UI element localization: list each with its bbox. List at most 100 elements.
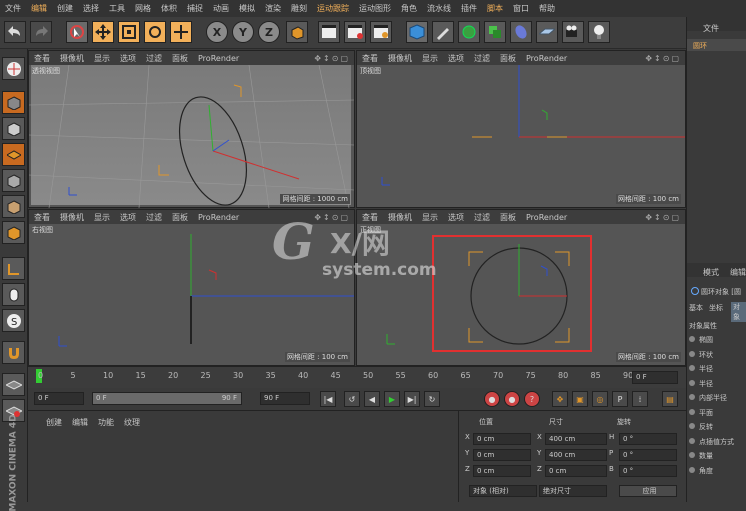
viewport-menu-2[interactable]: 显示 — [417, 53, 443, 64]
menu-item[interactable]: 选择 — [78, 3, 104, 14]
menu-item[interactable]: 动画 — [208, 3, 234, 14]
property-row[interactable]: 内部半径 — [689, 393, 727, 403]
add-tool-icon[interactable] — [170, 21, 192, 43]
viewport-menu-4[interactable]: 过滤 — [469, 212, 495, 223]
material-menu-item[interactable]: 编辑 — [72, 417, 88, 428]
viewport-nav-icons[interactable]: ✥↕⊙▢ — [640, 213, 685, 222]
property-row[interactable]: 数量 — [689, 451, 713, 461]
property-row[interactable]: 半径 — [689, 379, 713, 389]
cube-icon[interactable] — [406, 21, 428, 43]
floor-icon[interactable] — [536, 21, 558, 43]
object-manager-file-tab[interactable]: 文件 — [703, 23, 719, 34]
viewport-nav-icons[interactable]: ✥↕⊙▢ — [640, 54, 685, 63]
property-row[interactable]: 半径 — [689, 364, 713, 374]
material-menu-item[interactable]: 功能 — [98, 417, 114, 428]
magnet-icon[interactable] — [2, 341, 25, 364]
position-field[interactable]: 0 cm — [473, 449, 531, 461]
key-param-icon[interactable]: P — [612, 391, 628, 407]
viewport-menu-1[interactable]: 摄像机 — [383, 212, 417, 223]
viewport-menu-6[interactable]: ProRender — [521, 54, 572, 63]
x-axis-lock-icon[interactable]: X — [206, 21, 228, 43]
viewport-menu-4[interactable]: 过滤 — [141, 212, 167, 223]
points-mode-icon[interactable] — [2, 169, 25, 192]
play-icon[interactable]: ▶ — [384, 391, 400, 407]
viewport-menu-0[interactable]: 查看 — [29, 212, 55, 223]
go-to-start-icon[interactable]: |◀ — [320, 391, 336, 407]
texture-mode-icon[interactable] — [2, 117, 25, 140]
subdivision-icon[interactable] — [458, 21, 480, 43]
viewport-menu-2[interactable]: 显示 — [89, 212, 115, 223]
menu-item[interactable]: 插件 — [456, 3, 482, 14]
start-frame-field[interactable]: 0 F — [34, 392, 84, 405]
property-row[interactable]: 角度 — [689, 466, 713, 476]
scale-tool-icon[interactable] — [118, 21, 140, 43]
viewport-menu-4[interactable]: 过滤 — [469, 53, 495, 64]
coordinate-system-icon[interactable] — [286, 21, 308, 43]
next-key-icon[interactable]: ↻ — [424, 391, 440, 407]
attr-tab-basic[interactable]: 基本 — [689, 303, 703, 313]
viewport-menu-1[interactable]: 摄像机 — [383, 53, 417, 64]
timeline[interactable]: 0 5 10 15 20 25 30 35 40 45 50 55 60 65 70 75 80 85 90 0 F — [28, 366, 686, 388]
workplane-icon[interactable] — [2, 143, 25, 166]
coord-mode-select[interactable]: 对象 (相对) — [469, 485, 537, 497]
rotate-tool-icon[interactable] — [144, 21, 166, 43]
menu-item[interactable]: 工具 — [104, 3, 130, 14]
redo-icon[interactable] — [30, 21, 52, 43]
key-scale-icon[interactable]: ▣ — [572, 391, 588, 407]
property-row[interactable]: 平面 — [689, 408, 713, 418]
menu-item[interactable]: 窗口 — [508, 3, 534, 14]
rotation-field[interactable]: 0 ° — [619, 433, 677, 445]
viewport-menu-0[interactable]: 查看 — [357, 212, 383, 223]
viewport-menu-3[interactable]: 选项 — [115, 53, 141, 64]
property-row[interactable]: 反转 — [689, 422, 713, 432]
viewport-nav-icons[interactable]: ✥↕⊙▢ — [309, 54, 354, 63]
record-icon[interactable]: ● — [484, 391, 500, 407]
object-circle-item[interactable]: 圆环 — [693, 41, 707, 51]
autokey-icon[interactable]: ● — [504, 391, 520, 407]
menu-item[interactable]: 编辑 — [26, 3, 52, 14]
rotation-field[interactable]: 0 ° — [619, 449, 677, 461]
move-tool-icon[interactable] — [92, 21, 114, 43]
viewport-nav-icons[interactable]: ✥↕⊙▢ — [309, 213, 354, 222]
key-rotation-icon[interactable]: ◎ — [592, 391, 608, 407]
next-frame-icon[interactable]: ▶| — [404, 391, 420, 407]
render-picture-viewer-icon[interactable] — [344, 21, 366, 43]
viewport-menu-6[interactable]: ProRender — [193, 213, 244, 222]
keyframe-selection-icon[interactable]: ? — [524, 391, 540, 407]
viewport-menu-1[interactable]: 摄像机 — [55, 212, 89, 223]
viewport-menu-3[interactable]: 选项 — [115, 212, 141, 223]
viewport-menu-6[interactable]: ProRender — [521, 213, 572, 222]
viewport-menu-5[interactable]: 面板 — [495, 212, 521, 223]
render-settings-icon[interactable] — [370, 21, 392, 43]
property-row[interactable]: 椭圆 — [689, 335, 713, 345]
array-icon[interactable] — [484, 21, 506, 43]
viewport-menu-3[interactable]: 选项 — [443, 53, 469, 64]
size-field[interactable]: 0 cm — [545, 465, 607, 477]
timeline-window-icon[interactable]: ▤ — [662, 391, 678, 407]
viewport-menu-3[interactable]: 选项 — [443, 212, 469, 223]
menu-item[interactable]: 雕刻 — [286, 3, 312, 14]
render-view-icon[interactable] — [318, 21, 340, 43]
viewport-menu-1[interactable]: 摄像机 — [55, 53, 89, 64]
size-field[interactable]: 400 cm — [545, 449, 607, 461]
light-icon[interactable] — [588, 21, 610, 43]
viewport-menu-2[interactable]: 显示 — [89, 53, 115, 64]
select-tool-icon[interactable] — [66, 21, 88, 43]
camera-icon[interactable] — [562, 21, 584, 43]
menu-item[interactable]: 捕捉 — [182, 3, 208, 14]
position-field[interactable]: 0 cm — [473, 433, 531, 445]
polygons-mode-icon[interactable] — [2, 221, 25, 244]
menu-item[interactable]: 运动图形 — [354, 3, 396, 14]
size-field[interactable]: 400 cm — [545, 433, 607, 445]
position-field[interactable]: 0 cm — [473, 465, 531, 477]
menu-item[interactable]: 渲染 — [260, 3, 286, 14]
lock-workplane-icon[interactable] — [2, 373, 25, 396]
menu-item[interactable]: 网格 — [130, 3, 156, 14]
menu-item[interactable]: 运动跟踪 — [312, 3, 354, 14]
menu-item[interactable]: 模拟 — [234, 3, 260, 14]
menu-item[interactable]: 文件 — [0, 3, 26, 14]
rotation-field[interactable]: 0 ° — [619, 465, 677, 477]
viewport-menu-0[interactable]: 查看 — [29, 53, 55, 64]
apply-button[interactable]: 应用 — [619, 485, 677, 497]
property-row[interactable]: 点插值方式 — [689, 437, 734, 447]
